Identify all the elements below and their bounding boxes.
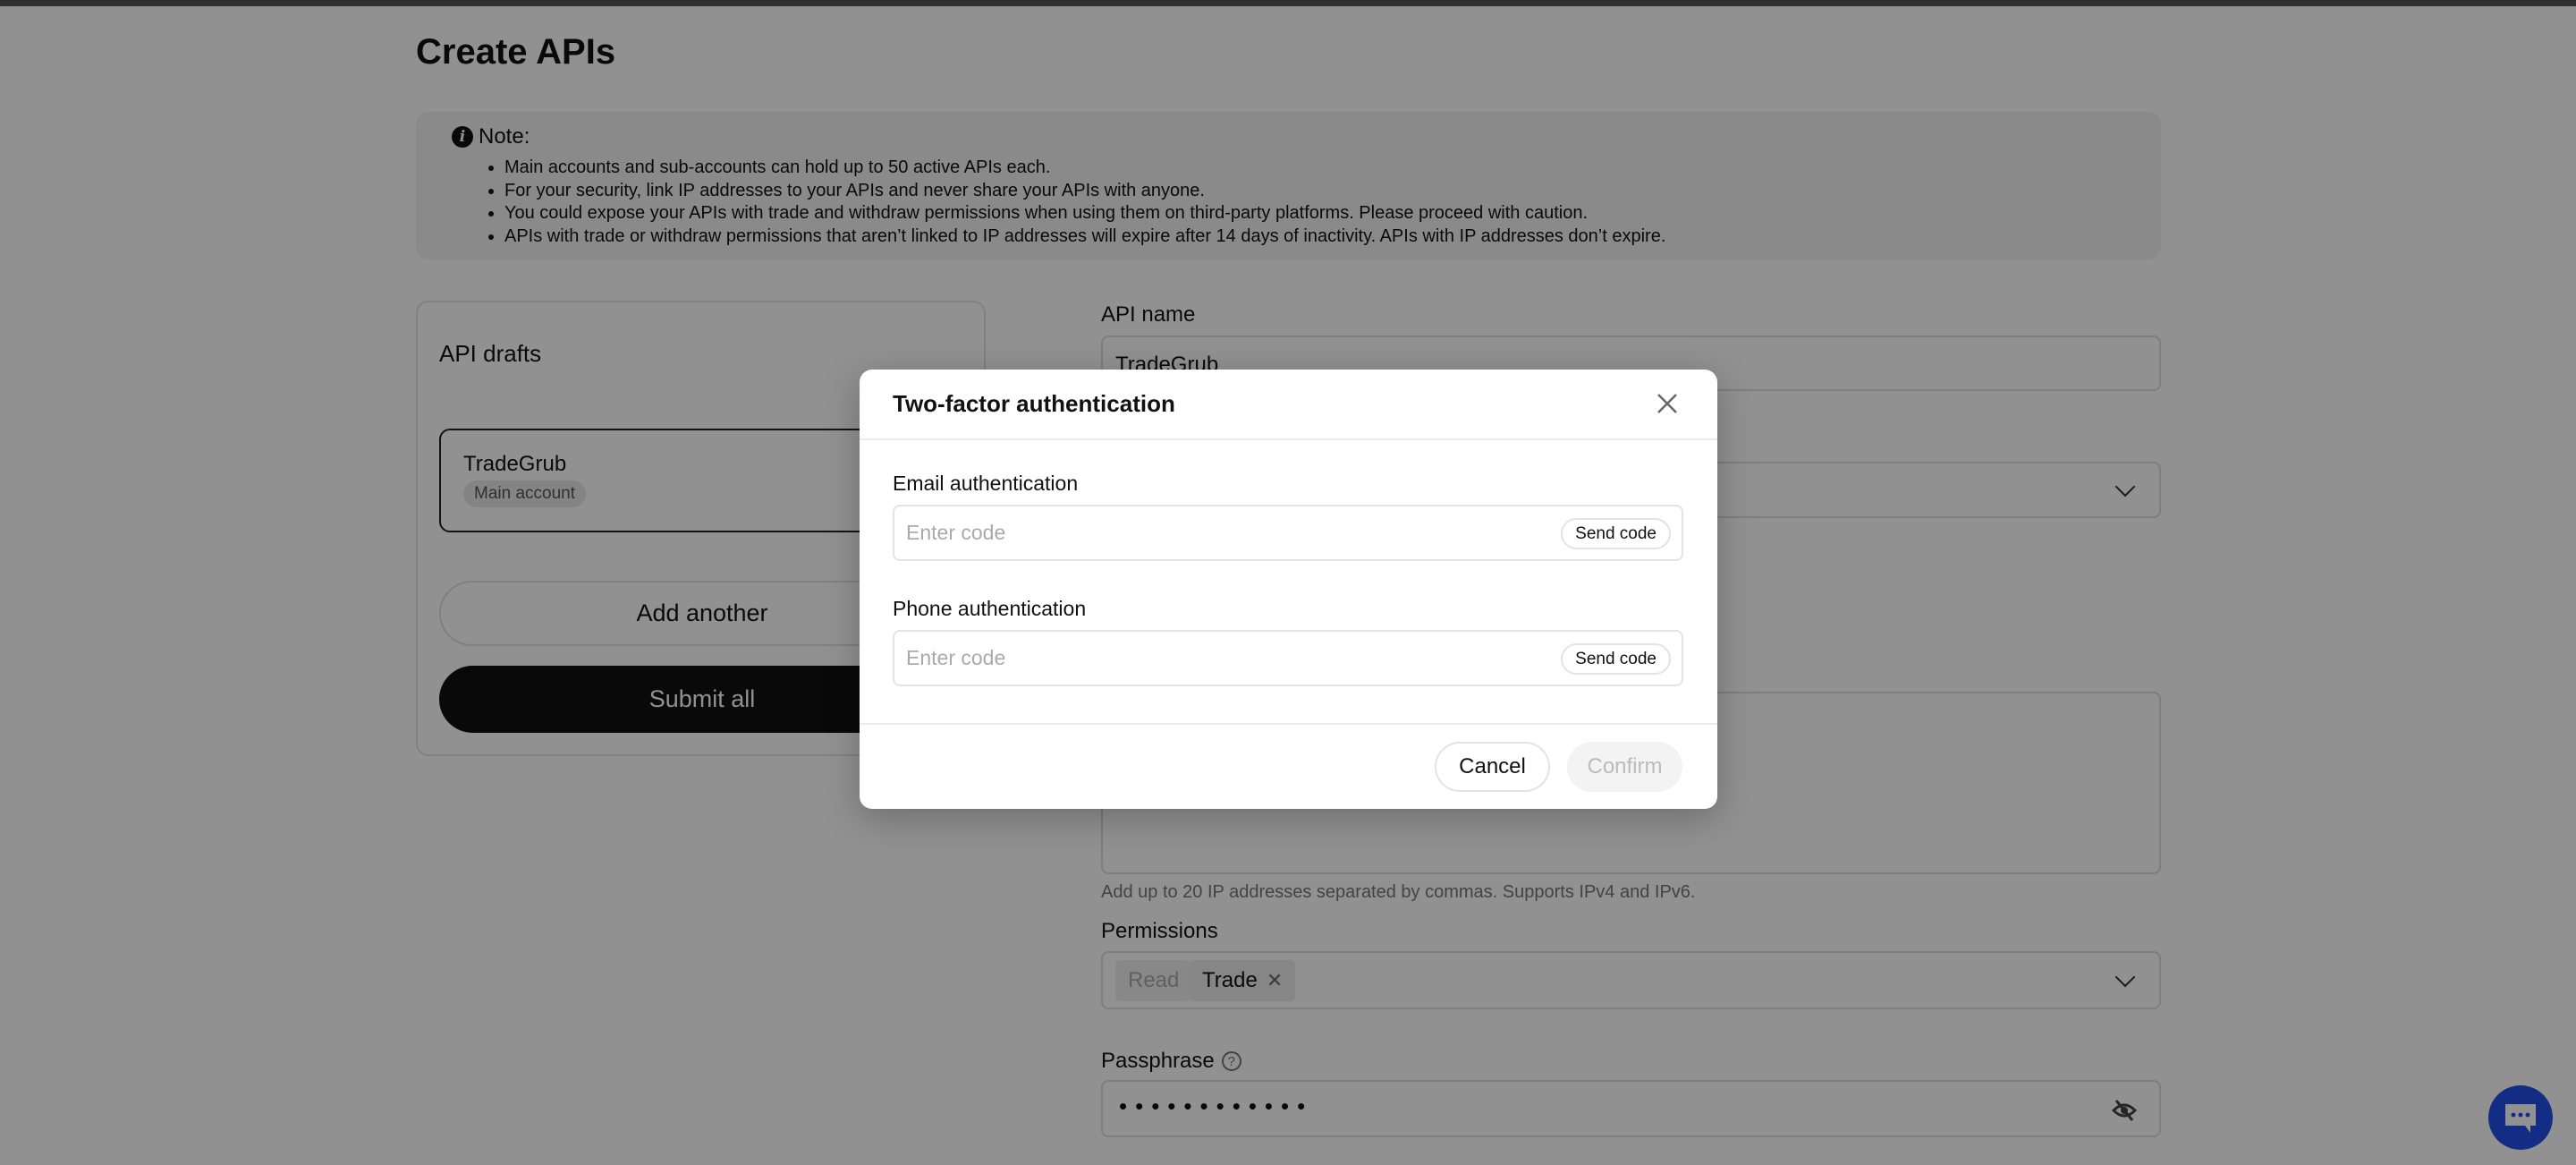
two-factor-modal: Two-factor authentication Email authenti… bbox=[860, 370, 1717, 809]
cancel-button[interactable]: Cancel bbox=[1435, 742, 1550, 792]
confirm-button[interactable]: Confirm bbox=[1567, 742, 1682, 792]
email-code-input[interactable] bbox=[906, 506, 1443, 559]
divider bbox=[860, 438, 1717, 440]
phone-code-input[interactable] bbox=[906, 632, 1443, 685]
email-code-field: Send code bbox=[893, 505, 1683, 561]
close-icon[interactable] bbox=[1651, 387, 1683, 420]
phone-auth-label: Phone authentication bbox=[893, 597, 1087, 620]
phone-code-field: Send code bbox=[893, 630, 1683, 686]
email-send-code-button[interactable]: Send code bbox=[1561, 518, 1671, 549]
divider bbox=[860, 723, 1717, 725]
modal-title: Two-factor authentication bbox=[893, 390, 1175, 417]
phone-send-code-button[interactable]: Send code bbox=[1561, 643, 1671, 675]
email-auth-label: Email authentication bbox=[893, 472, 1079, 495]
